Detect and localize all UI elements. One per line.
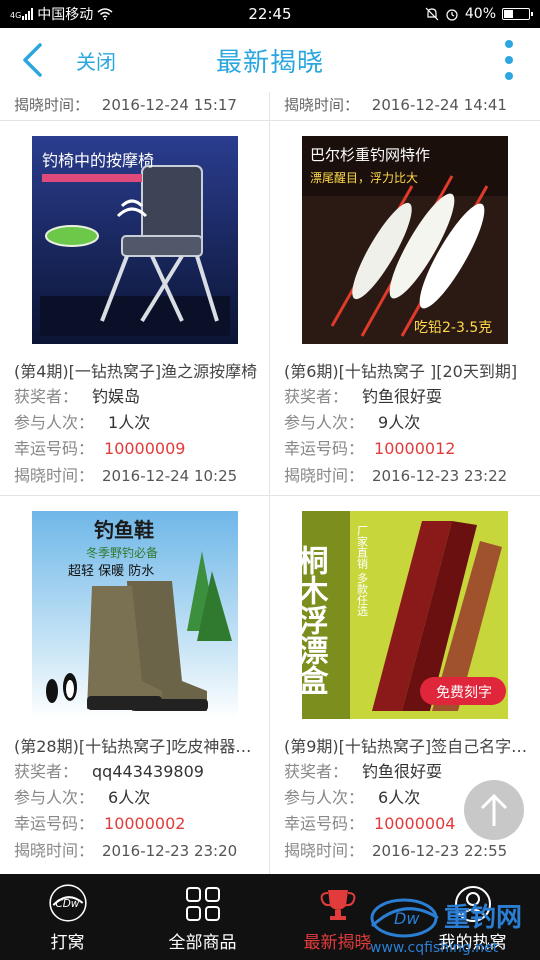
product-card[interactable]: 钓椅中的按摩椅 (第4期)[一钻热窝子]渔之源按摩椅 获奖者： 钓娱岛 参与人次：… [0,121,270,497]
vertical-dots-icon[interactable] [504,40,514,80]
arrow-up-icon [480,793,508,826]
image-caption: 吃铅2-3.5克 [414,320,492,336]
svg-text:Dw: Dw [394,909,420,928]
watermark-brand: 重钓网 [444,903,522,933]
image-caption: 厂家直销 多款任选 [356,525,369,617]
site-watermark: Dw 重钓网 www.cqfishing.net [370,898,522,956]
app-header: 关闭 最新揭晓 [0,28,540,92]
image-caption: 冬季野钓必备 [86,545,158,560]
participants-row: 参与人次： 6人次 [284,788,421,807]
battery-percent: 40% [464,6,496,22]
participants-row: 参与人次： 1人次 [14,413,151,432]
grid-icon [185,887,220,921]
reveal-time-row: 揭晓时间： 2016-12-24 10:25 [14,466,238,485]
battery-icon [502,8,533,20]
lucky-number-row: 幸运号码： 10000012 [284,439,456,458]
tab-label: 全部商品 [168,933,237,953]
reveal-time-row: 揭晓时间： 2016-12-23 23:22 [284,466,508,485]
product-image-float-box[interactable]: 桐木浮漂盒 厂家直销 多款任选 免费刻字 [302,511,508,719]
reveal-time-row: 揭晓时间： 2016-12-23 22:55 [284,841,508,860]
participants-row: 参与人次： 9人次 [284,413,421,432]
results-list[interactable]: 揭晓时间： 2016-12-24 15:17 揭晓时间： 2016-12-24 … [0,92,540,874]
scroll-to-top-button[interactable] [464,780,524,840]
wifi-icon [97,8,113,20]
tab-label: 打窝 [50,933,85,953]
image-caption: 巴尔杉重钓网特作 [310,146,430,164]
previous-row-strip: 揭晓时间： 2016-12-24 15:17 揭晓时间： 2016-12-24 … [0,92,540,121]
product-card[interactable]: 巴尔杉重钓网特作 漂尾醒目，浮力比大 吃铅2-3.5克 (第6期)[十钻热窝子 … [270,121,540,497]
image-caption: 免费刻字 [436,685,492,701]
cqdw-logo-icon: CDw [48,884,87,922]
product-image-float[interactable]: 巴尔杉重钓网特作 漂尾醒目，浮力比大 吃铅2-3.5克 [302,136,508,344]
carrier-label: 中国移动 [37,7,94,23]
winner-row: 获奖者： 钓鱼很好耍 [284,387,443,406]
reveal-time-row: 揭晓时间： 2016-12-23 23:20 [14,841,238,860]
lucky-number-row: 幸运号码： 10000002 [14,814,186,833]
product-title[interactable]: (第4期)[一钻热窝子]渔之源按摩椅 [14,358,264,382]
trophy-icon [320,890,355,920]
svg-text:CDw: CDw [55,898,79,910]
image-caption: 钓椅中的按摩椅 [42,151,154,170]
mute-bell-icon [425,7,439,21]
tab-all-products[interactable]: 全部商品 [135,874,270,960]
product-card[interactable]: 钓鱼鞋 冬季野钓必备 超轻 保暖 防水 (第28期)[十钻热窝子]吃皮神器钓鱼鞋… [0,496,270,872]
tab-home[interactable]: CDw 打窝 [0,874,135,960]
product-title[interactable]: (第6期)[十钻热窝子 ][20天到期] [284,358,534,382]
product-title[interactable]: (第9期)[十钻热窝子]签自己名字浮漂盒 [284,733,534,757]
winner-row: 获奖者： qq443439809 [14,762,204,781]
page-title: 最新揭晓 [215,48,324,78]
participants-row: 参与人次： 6人次 [14,788,151,807]
watermark-url: www.cqfishing.net [370,940,499,956]
winner-row: 获奖者： 钓娱岛 [14,387,141,406]
image-caption: 超轻 保暖 防水 [68,563,154,579]
alarm-icon [446,9,458,21]
image-caption: 漂尾醒目，浮力比大 [310,171,418,185]
product-image-massage-chair[interactable]: 钓椅中的按摩椅 [32,136,238,344]
signal-icon: 4G [10,8,34,20]
status-bar: 4G 中国移动 22:45 40% [0,0,540,28]
lucky-number-row: 幸运号码： 10000009 [14,439,186,458]
reveal-time-row: 揭晓时间： 2016-12-24 14:41 [284,96,507,114]
winner-row: 获奖者： 钓鱼很好耍 [284,762,443,781]
product-image-boots[interactable]: 钓鱼鞋 冬季野钓必备 超轻 保暖 防水 [32,511,238,719]
product-title[interactable]: (第28期)[十钻热窝子]吃皮神器钓鱼鞋 [14,733,264,757]
image-caption: 钓鱼鞋 [94,518,154,542]
image-caption: 桐木浮漂盒 [302,545,330,695]
lucky-number-row: 幸运号码： 10000004 [284,814,456,833]
reveal-time-row: 揭晓时间： 2016-12-24 15:17 [14,96,237,114]
